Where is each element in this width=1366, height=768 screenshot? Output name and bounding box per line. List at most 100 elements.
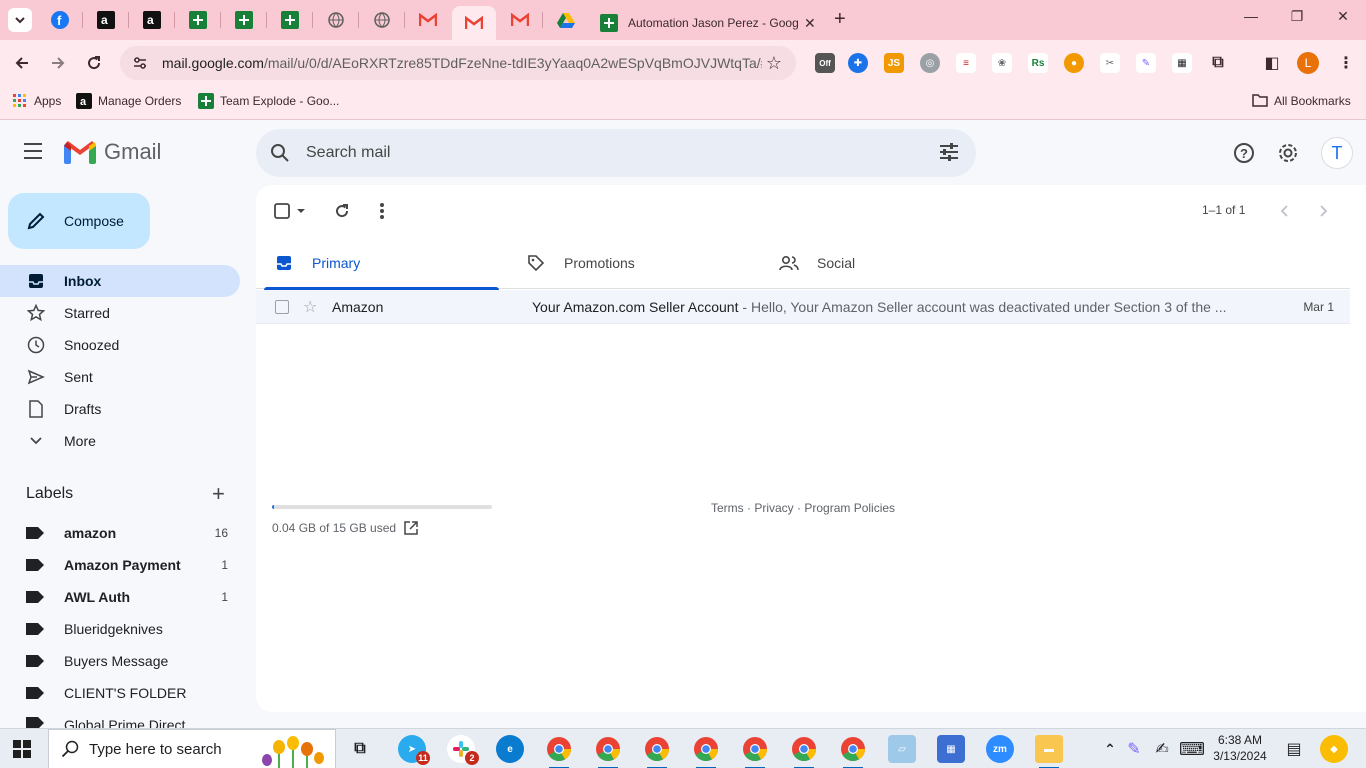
file-explorer-icon[interactable]: ▬ — [1035, 735, 1063, 768]
add-label-button[interactable]: + — [212, 483, 225, 505]
close-window-button[interactable]: ✕ — [1320, 8, 1366, 25]
label-amazon-payment[interactable]: Amazon Payment 1 — [0, 549, 240, 581]
search-options-icon[interactable] — [938, 141, 960, 163]
tab-amazon-2[interactable]: a — [140, 8, 164, 32]
side-panel-icon[interactable]: ◧ — [1262, 53, 1282, 73]
extension-rs-icon[interactable]: Rs — [1028, 53, 1048, 73]
profile-avatar[interactable]: L — [1297, 52, 1319, 74]
task-view-icon[interactable]: ⧉ — [346, 735, 374, 763]
label-clients-folder[interactable]: CLIENT'S FOLDER — [0, 677, 240, 709]
extension-off-icon[interactable]: Off — [815, 53, 835, 73]
search-bar[interactable]: Search mail — [256, 129, 976, 177]
label-blueridgeknives[interactable]: Blueridgeknives — [0, 613, 240, 645]
open-external-icon[interactable] — [404, 521, 418, 535]
bookmark-star-icon[interactable]: ☆ — [766, 53, 782, 74]
notifications-icon[interactable]: ▤ — [1280, 735, 1308, 763]
snipping-tool-icon[interactable]: ▱ — [888, 735, 916, 763]
label-amazon[interactable]: amazon 16 — [0, 517, 240, 549]
tab-gmail-active[interactable] — [452, 6, 496, 40]
tab-globe-2[interactable] — [370, 8, 394, 32]
compose-button[interactable]: Compose — [8, 193, 150, 249]
label-global-prime-direct[interactable]: Global Prime Direct — [0, 709, 240, 728]
tab-drive[interactable] — [554, 8, 578, 32]
telegram-icon[interactable]: ➤ 11 — [398, 735, 430, 765]
nav-snoozed[interactable]: Snoozed — [0, 329, 240, 361]
extension-pen-icon[interactable]: ✎ — [1136, 53, 1156, 73]
nav-sent[interactable]: Sent — [0, 361, 240, 393]
chrome-profile-6-icon[interactable] — [790, 735, 818, 768]
main-menu-icon[interactable] — [24, 143, 48, 163]
minimize-button[interactable]: — — [1228, 8, 1274, 24]
site-info-icon[interactable] — [132, 56, 148, 70]
nav-inbox[interactable]: Inbox — [0, 265, 240, 297]
restore-button[interactable]: ❐ — [1274, 8, 1320, 25]
label-awl-auth[interactable]: AWL Auth 1 — [0, 581, 240, 613]
program-policies-link[interactable]: Program Policies — [804, 501, 895, 515]
more-actions-button[interactable] — [370, 199, 394, 223]
settings-button[interactable] — [1276, 141, 1300, 165]
pen-tray-icon[interactable]: ✎ — [1120, 735, 1148, 763]
extension-qr-icon[interactable]: ▦ — [1172, 53, 1192, 73]
chrome-profile-4-icon[interactable] — [692, 735, 720, 768]
nav-more[interactable]: More — [0, 425, 240, 457]
system-clock[interactable]: 6:38 AM 3/13/2024 — [1212, 732, 1268, 764]
tab-primary[interactable]: Primary — [256, 237, 499, 290]
nav-drafts[interactable]: Drafts — [0, 393, 240, 425]
extension-scissors-icon[interactable]: ✂ — [1100, 53, 1120, 73]
chrome-profile-5-icon[interactable] — [741, 735, 769, 768]
extension-bars-icon[interactable]: ≡ — [956, 53, 976, 73]
bookmark-apps[interactable]: Apps — [12, 93, 61, 109]
chrome-profile-1-icon[interactable] — [545, 735, 573, 768]
tab-automation[interactable]: Automation Jason Perez - Goog ✕ — [590, 6, 826, 40]
ink-workspace-icon[interactable]: ✍ — [1148, 735, 1176, 763]
gmail-logo[interactable]: Gmail — [64, 139, 161, 165]
close-tab-icon[interactable]: ✕ — [804, 15, 816, 32]
slack-icon[interactable]: 2 — [447, 735, 479, 765]
back-button[interactable] — [10, 51, 34, 75]
copilot-icon[interactable]: ◆ — [1320, 735, 1348, 763]
chrome-profile-2-icon[interactable] — [594, 735, 622, 768]
terms-link[interactable]: Terms — [711, 501, 744, 515]
star-icon[interactable]: ☆ — [303, 297, 317, 317]
newer-button[interactable] — [1272, 199, 1296, 223]
reload-button[interactable] — [82, 51, 106, 75]
tab-promotions[interactable]: Promotions — [508, 237, 748, 289]
zoom-icon[interactable]: zm — [986, 735, 1014, 763]
tab-social[interactable]: Social — [761, 237, 1001, 289]
bookmark-manage-orders[interactable]: a Manage Orders — [76, 93, 181, 109]
search-icon[interactable] — [270, 143, 290, 163]
browser-menu-icon[interactable]: ⋮ — [1336, 53, 1356, 73]
select-all-checkbox[interactable] — [272, 199, 308, 223]
label-buyers-message[interactable]: Buyers Message — [0, 645, 240, 677]
address-bar[interactable]: mail.google.com/mail/u/0/d/AEoRXRTzre85T… — [120, 46, 796, 80]
refresh-button[interactable] — [330, 199, 354, 223]
help-button[interactable]: ? — [1232, 141, 1256, 165]
tab-gmail-3[interactable] — [508, 8, 532, 32]
forward-button[interactable] — [46, 51, 70, 75]
tab-amazon-1[interactable]: a — [94, 8, 118, 32]
account-avatar[interactable]: T — [1321, 137, 1353, 169]
new-tab-button[interactable]: + — [834, 9, 846, 29]
extension-blue-icon[interactable]: ✚ — [848, 53, 868, 73]
bookmark-all-bookmarks[interactable]: All Bookmarks — [1252, 93, 1351, 109]
calculator-icon[interactable]: ▦ — [937, 735, 965, 763]
extension-globe-icon[interactable]: ◎ — [920, 53, 940, 73]
tab-sheets-3[interactable] — [278, 8, 302, 32]
tab-sheets-1[interactable] — [186, 8, 210, 32]
email-checkbox[interactable] — [275, 300, 289, 314]
email-row[interactable]: ☆ Amazon Your Amazon.com Seller Account … — [256, 290, 1350, 324]
taskbar-search[interactable]: Type here to search — [48, 729, 336, 768]
search-input[interactable]: Search mail — [306, 144, 390, 162]
tab-sheets-2[interactable] — [232, 8, 256, 32]
bookmark-team-explode[interactable]: Team Explode - Goo... — [198, 93, 339, 109]
extension-orange-icon[interactable]: ● — [1064, 53, 1084, 73]
nav-starred[interactable]: Starred — [0, 297, 240, 329]
tab-search-button[interactable] — [8, 8, 32, 32]
tab-globe-1[interactable] — [324, 8, 348, 32]
older-button[interactable] — [1312, 199, 1336, 223]
tab-gmail-1[interactable] — [416, 8, 440, 32]
keyboard-icon[interactable]: ⌨ — [1178, 735, 1206, 763]
extension-js-icon[interactable]: JS — [884, 53, 904, 73]
tab-facebook[interactable]: f — [48, 8, 72, 32]
chrome-profile-3-icon[interactable] — [643, 735, 671, 768]
